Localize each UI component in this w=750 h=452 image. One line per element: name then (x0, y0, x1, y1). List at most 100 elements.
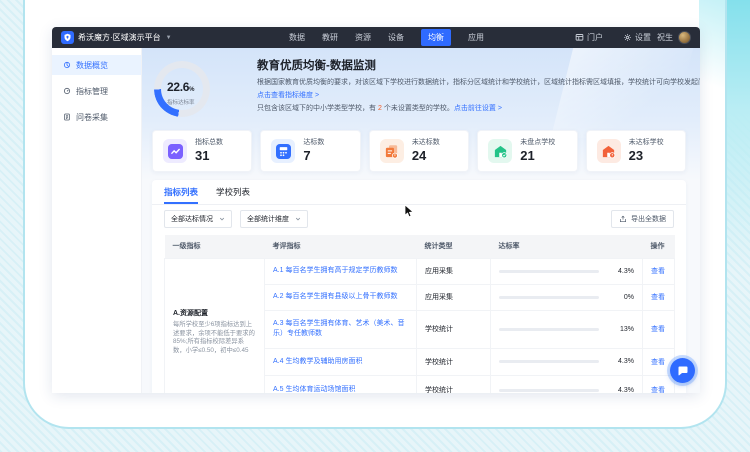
sidebar-item-indicator-management[interactable]: 指标管理 (52, 81, 141, 101)
stat-card-compliant: 达标数 7 (260, 130, 360, 172)
stat-card-uninventoried-schools: 未盘点学校 21 (477, 130, 577, 172)
stat-label: 达标数 (303, 139, 324, 147)
rate-cell: 13% (499, 326, 634, 333)
compliance-filter-dropdown[interactable]: 全部达标情况 (164, 210, 232, 228)
sidebar-item-survey-collection[interactable]: 问卷采集 (52, 107, 141, 127)
progress-track (499, 296, 599, 299)
unset-school-count: 2 (376, 105, 384, 112)
indicator-link[interactable]: A.5 生均体育运动场馆面积 (273, 386, 355, 393)
stat-type-cell: 应用采集 (417, 284, 491, 310)
navbar: 希沃魔方·区域演示平台 ▼ 数据 教研 资源 设备 均衡 应用 门户 设置 (52, 27, 700, 48)
view-link[interactable]: 查看 (651, 359, 665, 366)
rate-cell: 4.3% (499, 268, 634, 275)
stat-label: 未盘点学校 (520, 139, 555, 147)
sidebar-item-data-overview[interactable]: 数据概览 (52, 55, 141, 75)
portal-button[interactable]: 门户 (575, 32, 603, 43)
sidebar-item-label: 问卷采集 (76, 112, 108, 123)
stat-label: 未达标学校 (629, 139, 664, 147)
chat-bubble-icon (677, 365, 689, 377)
rate-value: 4.3% (604, 358, 634, 365)
stat-value: 24 (412, 149, 440, 163)
chat-fab-button[interactable] (670, 358, 695, 383)
nav-item-resources[interactable]: 资源 (355, 32, 371, 43)
stat-type-cell: 学校统计 (417, 348, 491, 375)
rate-value: 4.3% (604, 268, 634, 275)
chevron-down-icon: ▼ (166, 35, 172, 41)
page-description: 根据国家教育优质均衡的要求，对该区域下学校进行数据统计，指标分区域统计和学校统计… (257, 78, 697, 88)
user-menu[interactable]: 祝生 (657, 31, 691, 44)
col-header-action: 操作 (643, 235, 675, 258)
stat-value: 31 (195, 149, 223, 163)
gauge-icon (63, 87, 71, 95)
note-prefix: 只包含该区域下的中小学类型学校，有 (257, 105, 376, 112)
col-header-indicator: 考评指标 (265, 235, 417, 258)
view-link[interactable]: 查看 (651, 268, 665, 275)
stat-card-noncompliant-schools: 未达标学校 23 (586, 130, 686, 172)
rate-value: 0% (604, 294, 634, 301)
export-icon (619, 215, 627, 223)
stat-value: 7 (303, 149, 324, 163)
settings-button[interactable]: 设置 (623, 32, 651, 43)
calculator-icon (271, 139, 295, 163)
export-all-button[interactable]: 导出全数据 (611, 210, 674, 228)
chevron-down-icon (295, 216, 301, 222)
stat-label: 未达标数 (412, 139, 440, 147)
stat-label: 指标总数 (195, 139, 223, 147)
stat-cards: 指标总数 31 达标数 7 未达标数 24 (152, 130, 686, 172)
indicator-link[interactable]: A.2 每百名学生拥有县级以上骨干教师数 (273, 293, 397, 300)
col-header-level1: 一级指标 (165, 235, 265, 258)
stat-type-cell: 应用采集 (417, 258, 491, 284)
progress-track (499, 389, 599, 392)
scope-note: 只包含该区域下的中小学类型学校，有2个未设置类型的学校。点击前往设置 > (257, 103, 502, 113)
indicator-link[interactable]: A.1 每百名学生拥有高于规定学历教师数 (273, 267, 397, 274)
nav-right: 门户 设置 祝生 (575, 31, 691, 44)
progress-track (499, 360, 599, 363)
brand-switcher[interactable]: 希沃魔方·区域演示平台 ▼ (61, 31, 172, 44)
username: 祝生 (657, 32, 673, 43)
progress-track (499, 270, 599, 273)
view-link[interactable]: 查看 (651, 294, 665, 301)
rate-value: 13% (604, 326, 634, 333)
group-note: 每所学校至少6项指标达到上述要求，余项不能低于要求的85%;所有指标校际差异系数… (173, 321, 256, 355)
group-name: A.资源配置 (173, 308, 256, 318)
indicator-link[interactable]: A.3 每百名学生拥有体育、艺术（美术、音乐）专任教师数 (273, 320, 404, 337)
portal-icon (575, 33, 584, 42)
table-header-row: 一级指标 考评指标 统计类型 达标率 操作 (165, 235, 675, 258)
stat-value: 21 (520, 149, 555, 163)
pie-chart-icon (63, 61, 71, 69)
go-to-settings-link[interactable]: 点击前往设置 > (454, 105, 502, 112)
dimension-filter-value: 全部统计维度 (247, 214, 289, 224)
stat-value: 23 (629, 149, 664, 163)
survey-form-icon (63, 113, 71, 121)
export-label: 导出全数据 (631, 214, 666, 224)
stat-type-cell: 学校统计 (417, 310, 491, 348)
view-link[interactable]: 查看 (651, 387, 665, 393)
gauge-value: 22.6 (167, 80, 189, 94)
tab-indicator-list[interactable]: 指标列表 (164, 180, 198, 204)
nav-item-apps[interactable]: 应用 (468, 32, 484, 43)
tab-school-list[interactable]: 学校列表 (216, 180, 250, 204)
dimension-filter-dropdown[interactable]: 全部统计维度 (240, 210, 308, 228)
view-dimensions-link[interactable]: 点击查看指标维度 > (257, 90, 319, 100)
nav-menu: 数据 教研 资源 设备 均衡 应用 (289, 29, 484, 46)
group-cell: A.资源配置 每所学校至少6项指标达到上述要求，余项不能低于要求的85%;所有指… (165, 258, 265, 393)
nav-item-data[interactable]: 数据 (289, 32, 305, 43)
nav-item-research[interactable]: 教研 (322, 32, 338, 43)
table-row: A.资源配置 每所学校至少6项指标达到上述要求，余项不能低于要求的85%;所有指… (165, 258, 675, 284)
nav-item-devices[interactable]: 设备 (388, 32, 404, 43)
stat-type-cell: 学校统计 (417, 375, 491, 393)
page: 希沃魔方·区域演示平台 ▼ 数据 教研 资源 设备 均衡 应用 门户 设置 (0, 0, 750, 452)
rate-cell: 4.3% (499, 387, 634, 394)
avatar (678, 31, 691, 44)
data-panel: 指标列表 学校列表 全部达标情况 全部统计维度 导出全数据 (152, 180, 686, 393)
stat-card-total-indicators: 指标总数 31 (152, 130, 252, 172)
sidebar: 数据概览 指标管理 问卷采集 (52, 48, 142, 393)
compliance-filter-value: 全部达标情况 (171, 214, 213, 224)
sidebar-item-label: 指标管理 (76, 86, 108, 97)
indicator-link[interactable]: A.4 生均教学及辅助用房面积 (273, 358, 362, 365)
col-header-stat-type: 统计类型 (417, 235, 491, 258)
nav-item-balance[interactable]: 均衡 (421, 29, 451, 46)
gear-icon (623, 33, 632, 42)
view-link[interactable]: 查看 (651, 326, 665, 333)
sidebar-item-label: 数据概览 (76, 60, 108, 71)
